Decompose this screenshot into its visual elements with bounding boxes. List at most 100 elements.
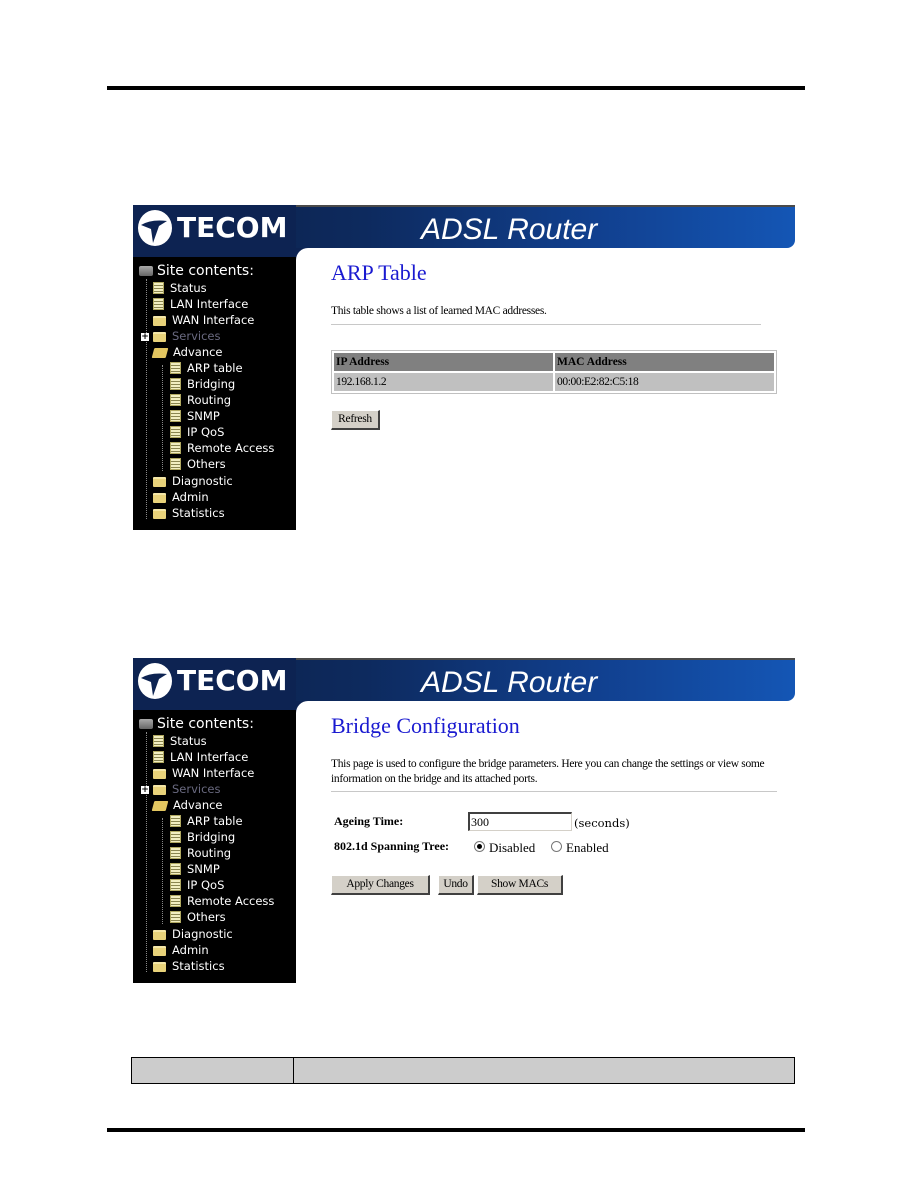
sidebar-item-bridging[interactable]: Bridging [170,376,235,392]
document-table-header [131,1057,795,1084]
sidebar-item-snmp[interactable]: SNMP [170,861,220,877]
page-icon [170,442,181,454]
radio-label: Enabled [566,840,609,855]
brand-name: TECOM [177,211,288,244]
sidebar-item-ip-qos[interactable]: IP QoS [170,424,224,440]
refresh-button[interactable]: Refresh [331,410,380,430]
page-icon [153,735,164,747]
folder-icon [153,509,166,519]
sidebar-item-label: Bridging [187,377,236,391]
sidebar-item-label: Diagnostic [172,927,233,941]
sidebar-item-admin[interactable]: Admin [153,489,209,505]
page-icon [170,426,181,438]
expand-plus-icon[interactable]: + [141,333,149,342]
sidebar-item-label: Services [172,782,221,796]
sidebar-item-status[interactable]: Status [153,280,207,296]
table-header-cell [132,1058,294,1083]
sidebar-item-admin[interactable]: Admin [153,942,209,958]
folder-icon [153,332,166,342]
spanning-tree-label: 802.1d Spanning Tree: [334,839,450,853]
sidebar-item-wan-interface[interactable]: WAN Interface [153,765,254,781]
tree-title-label: Site contents: [157,716,254,732]
computer-icon [139,266,153,276]
tecom-logo-icon [138,663,172,699]
sidebar-item-wan-interface[interactable]: WAN Interface [153,312,254,328]
sidebar-item-label: ARP table [187,814,243,828]
page-title: Bridge Configuration [331,713,520,738]
sidebar-item-services[interactable]: Services [153,328,221,344]
undo-button[interactable]: Undo [438,875,474,895]
expand-plus-icon[interactable]: + [141,786,149,795]
divider [331,324,761,325]
screenshot-bridge-configuration: ADSL Router TECOM Site contents: Status … [133,658,795,983]
page-icon [170,815,181,827]
folder-icon [153,785,166,795]
sidebar-item-label: IP QoS [187,878,225,892]
sidebar-item-lan-interface[interactable]: LAN Interface [153,749,248,765]
sidebar-item-label: Services [172,329,221,343]
page-icon [170,911,181,923]
spanning-tree-enabled-radio[interactable]: Enabled [551,840,609,856]
sidebar-item-diagnostic[interactable]: Diagnostic [153,473,233,489]
sidebar-item-status[interactable]: Status [153,733,207,749]
column-header-mac: MAC Address [555,353,774,371]
page-icon [170,410,181,422]
sidebar-item-remote-access[interactable]: Remote Access [170,893,274,909]
tree-line [162,365,163,471]
page-icon [153,298,164,310]
apply-changes-button[interactable]: Apply Changes [331,875,430,895]
sidebar-item-lan-interface[interactable]: LAN Interface [153,296,248,312]
sidebar-item-diagnostic[interactable]: Diagnostic [153,926,233,942]
sidebar-item-label: Remote Access [187,441,275,455]
site-contents-title: Site contents: [139,263,254,279]
page-icon [170,847,181,859]
table-header-row: IP Address MAC Address [334,353,774,371]
sidebar-item-label: Remote Access [187,894,275,908]
ageing-time-label: Ageing Time: [334,814,404,828]
screenshot-arp-table: ADSL Router TECOM Site contents: Status … [133,205,795,530]
ageing-time-input[interactable] [468,812,572,831]
sidebar-item-ip-qos[interactable]: IP QoS [170,877,224,893]
sidebar-item-others[interactable]: Others [170,909,226,925]
sidebar-item-statistics[interactable]: Statistics [153,958,225,974]
sidebar-item-label: Others [187,457,226,471]
radio-label: Disabled [489,840,536,855]
site-contents-title: Site contents: [139,716,254,732]
sidebar-item-label: SNMP [187,862,220,876]
page-icon [170,378,181,390]
sidebar-item-bridging[interactable]: Bridging [170,829,235,845]
page-description: This page is used to configure the bridg… [331,758,765,785]
sidebar-item-services[interactable]: Services [153,781,221,797]
sidebar-item-advance[interactable]: Advance [151,344,223,360]
sidebar-item-remote-access[interactable]: Remote Access [170,440,274,456]
spanning-tree-disabled-radio[interactable]: Disabled [474,840,535,856]
sidebar-item-label: Others [187,910,226,924]
tecom-logo-icon [138,210,172,246]
sidebar-item-label: WAN Interface [172,766,255,780]
column-header-ip: IP Address [334,353,553,371]
cell-mac-address: 00:00:E2:82:C5:18 [555,373,774,391]
sidebar-item-snmp[interactable]: SNMP [170,408,220,424]
sidebar-item-routing[interactable]: Routing [170,392,231,408]
folder-icon [153,930,166,940]
show-macs-button[interactable]: Show MACs [477,875,563,895]
arp-table: IP Address MAC Address 192.168.1.2 00:00… [331,350,777,394]
page-description: This table shows a list of learned MAC a… [331,305,547,317]
sidebar-item-label: Statistics [172,506,225,520]
sidebar-item-routing[interactable]: Routing [170,845,231,861]
sidebar-item-label: ARP table [187,361,243,375]
sidebar-item-arp-table[interactable]: ARP table [170,360,243,376]
folder-icon [153,493,166,503]
sidebar-item-advance[interactable]: Advance [151,797,223,813]
tree-line [146,279,147,519]
sidebar-item-label: Admin [172,490,209,504]
sidebar-item-others[interactable]: Others [170,456,226,472]
sidebar-item-label: LAN Interface [170,750,249,764]
page-icon [170,863,181,875]
folder-icon [153,477,166,487]
sidebar-item-label: SNMP [187,409,220,423]
sidebar-item-label: IP QoS [187,425,225,439]
sidebar-item-statistics[interactable]: Statistics [153,505,225,521]
sidebar-item-arp-table[interactable]: ARP table [170,813,243,829]
folder-icon [153,946,166,956]
